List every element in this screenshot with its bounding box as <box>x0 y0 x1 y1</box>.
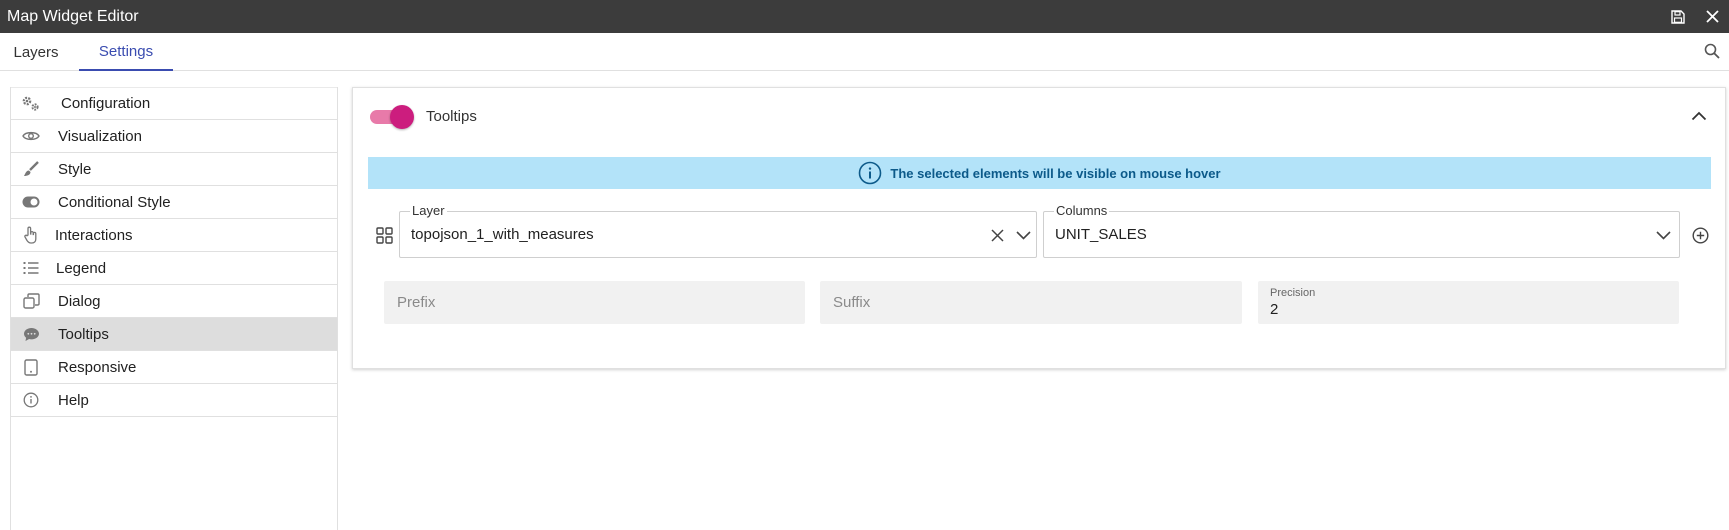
windows-icon <box>21 291 41 311</box>
sidebar-item-interactions[interactable]: Interactions <box>11 219 337 252</box>
toggle-icon <box>21 192 41 212</box>
chevron-down-icon[interactable] <box>1651 223 1675 247</box>
layer-select[interactable]: Layer topojson_1_with_measures <box>399 203 1037 258</box>
precision-value: 2 <box>1270 301 1279 318</box>
prefix-placeholder: Prefix <box>397 294 436 311</box>
sidebar-item-dialog[interactable]: Dialog <box>11 285 337 318</box>
gears-icon <box>21 94 41 114</box>
precision-input[interactable]: Precision 2 <box>1258 281 1679 324</box>
chevron-up-icon[interactable] <box>1687 104 1711 128</box>
tooltips-panel: Tooltips The selected elements will be v… <box>352 87 1726 369</box>
add-circle-icon[interactable] <box>1689 224 1711 246</box>
sidebar-item-label: Legend <box>56 259 107 277</box>
info-icon <box>858 161 882 185</box>
window-actions <box>1661 0 1729 33</box>
sidebar-item-tooltips[interactable]: Tooltips <box>11 318 337 351</box>
info-banner-text: The selected elements will be visible on… <box>890 165 1221 181</box>
panel-title: Tooltips <box>426 108 477 125</box>
sidebar-item-configuration[interactable]: Configuration <box>11 87 337 120</box>
prefix-input[interactable]: Prefix <box>384 281 805 324</box>
columns-select[interactable]: Columns UNIT_SALES <box>1043 203 1680 258</box>
sidebar-item-label: Dialog <box>58 292 101 310</box>
sidebar-item-legend[interactable]: Legend <box>11 252 337 285</box>
suffix-input[interactable]: Suffix <box>820 281 1242 324</box>
sidebar-item-responsive[interactable]: Responsive <box>11 351 337 384</box>
sidebar-item-help[interactable]: Help <box>11 384 337 417</box>
toggle-thumb <box>390 105 414 129</box>
tab-settings[interactable]: Settings <box>79 33 173 71</box>
list-icon <box>21 258 41 278</box>
settings-sidebar: Configuration Visualization Style Condit… <box>10 87 338 530</box>
title-bar: Map Widget Editor <box>0 0 1729 33</box>
sidebar-item-label: Help <box>58 391 89 409</box>
tab-layers[interactable]: Layers <box>0 33 72 71</box>
clear-icon[interactable] <box>985 223 1009 247</box>
grid-icon[interactable] <box>374 225 394 245</box>
layer-value: topojson_1_with_measures <box>411 226 594 243</box>
tablet-icon <box>21 357 41 377</box>
tooltips-toggle[interactable] <box>368 105 414 129</box>
sidebar-item-label: Visualization <box>58 127 142 145</box>
sidebar-item-visualization[interactable]: Visualization <box>11 120 337 153</box>
sidebar-item-label: Style <box>58 160 92 178</box>
chevron-down-icon[interactable] <box>1011 223 1035 247</box>
save-icon[interactable] <box>1661 0 1695 33</box>
sidebar-item-label: Tooltips <box>58 325 109 343</box>
info-banner: The selected elements will be visible on… <box>368 157 1711 189</box>
sidebar-item-conditional-style[interactable]: Conditional Style <box>11 186 337 219</box>
eye-icon <box>21 126 41 146</box>
sidebar-item-label: Configuration <box>61 95 151 112</box>
close-icon[interactable] <box>1695 0 1729 33</box>
tab-bar: Layers Settings <box>0 33 1729 71</box>
sidebar-item-label: Responsive <box>58 358 137 376</box>
columns-value: UNIT_SALES <box>1055 226 1147 243</box>
comment-icon <box>21 324 41 344</box>
sidebar-item-style[interactable]: Style <box>11 153 337 186</box>
sidebar-item-label: Conditional Style <box>58 193 171 211</box>
precision-label: Precision <box>1270 287 1316 299</box>
sidebar-item-label: Interactions <box>55 226 133 244</box>
info-icon <box>21 390 41 410</box>
suffix-placeholder: Suffix <box>833 294 871 311</box>
search-icon[interactable] <box>1701 40 1723 62</box>
layer-label: Layer <box>410 203 447 218</box>
brush-icon <box>21 159 41 179</box>
window-title: Map Widget Editor <box>7 7 139 25</box>
columns-label: Columns <box>1054 203 1110 218</box>
pointer-hand-icon <box>21 225 41 245</box>
